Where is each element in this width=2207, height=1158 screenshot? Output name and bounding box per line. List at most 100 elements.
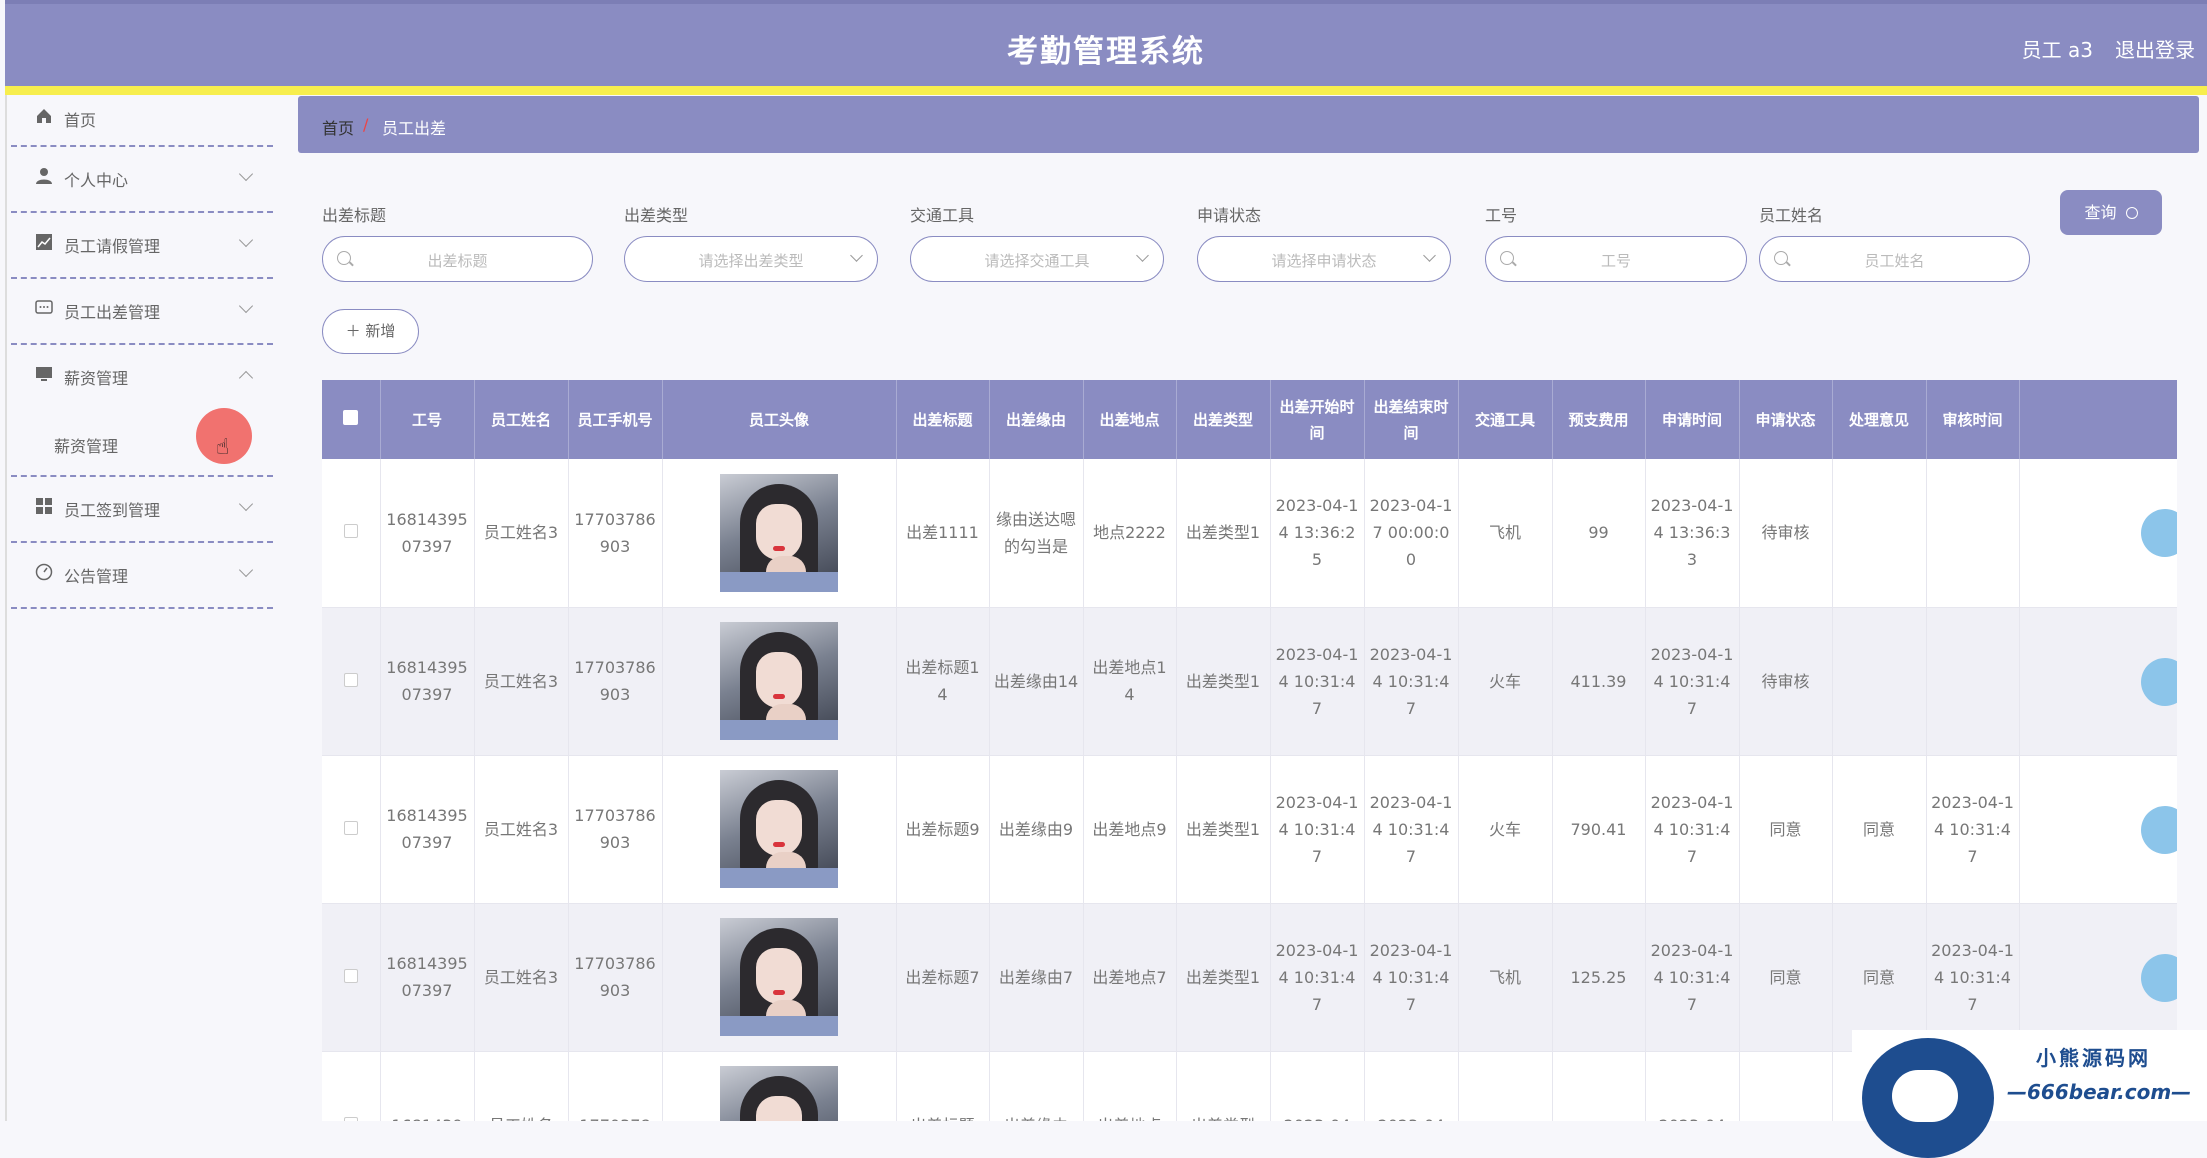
- cell-transport: [1458, 1051, 1553, 1121]
- watermark: 小熊源码网 —666bear.com—: [1852, 1030, 2207, 1158]
- avatar: [720, 622, 838, 740]
- col-header: 预支费用: [1552, 380, 1646, 459]
- filter-status-placeholder: 请选择申请状态: [1271, 252, 1377, 270]
- bear-face-icon: [1892, 1070, 1958, 1122]
- table-row[interactable]: 1681439507397 员工姓名3 17703786903 出差标题9 出差缘由9 出…: [322, 755, 2177, 904]
- chart-icon: [36, 234, 52, 250]
- col-header: 出差标题: [896, 380, 990, 459]
- row-checkbox[interactable]: [343, 524, 358, 539]
- sidebar: 首页 个人中心 员工请假管理 员工出差管理 薪资管理 薪资管理 ☝ 员工签到管理…: [5, 95, 273, 1121]
- row-action-button[interactable]: [2140, 657, 2177, 706]
- cell-name: 员工姓名3: [474, 459, 569, 608]
- avatar-cell: [662, 1051, 897, 1121]
- query-button[interactable]: 查询: [2060, 190, 2162, 235]
- col-header: 处理意见: [1832, 380, 1927, 459]
- cell-transport: 飞机: [1458, 903, 1553, 1052]
- cell-id: 1681439507397: [380, 607, 475, 756]
- filter-id-input[interactable]: 工号: [1485, 236, 1747, 282]
- col-header: 审核时间: [1926, 380, 2020, 459]
- cell-opinion: [1832, 459, 1927, 608]
- cell-transport: 飞机: [1458, 459, 1553, 608]
- cell-apply: 2023-04-14 13:36:33: [1645, 459, 1740, 608]
- cell-id: 1681439: [380, 1051, 475, 1121]
- select-all-cell[interactable]: [322, 380, 381, 459]
- submenu-salary-management[interactable]: 薪资管理 ☝: [11, 408, 273, 477]
- select-all-checkbox[interactable]: [343, 409, 359, 425]
- submenu-item-label[interactable]: 薪资管理: [54, 433, 118, 457]
- table-row[interactable]: 1681439507397 员工姓名3 17703786903 出差1111 缘由送达嗯…: [322, 459, 2177, 608]
- filter-type-select[interactable]: 请选择出差类型: [624, 236, 878, 282]
- dashboard-icon: [35, 563, 53, 581]
- cell-name: 员工姓名: [474, 1051, 569, 1121]
- row-checkbox[interactable]: [343, 1116, 358, 1121]
- user-icon: [36, 168, 52, 184]
- cell-status: 待审核: [1739, 607, 1833, 756]
- col-header: 出差缘由: [989, 380, 1084, 459]
- sidebar-item-home[interactable]: 首页: [11, 95, 273, 147]
- cell-name: 员工姓名3: [474, 903, 569, 1052]
- row-select-cell[interactable]: [322, 755, 381, 904]
- grid-icon: [36, 498, 52, 514]
- row-actions-cell: [2019, 459, 2177, 608]
- sidebar-item-label: 首页: [64, 111, 97, 130]
- col-header: 出差开始时间: [1270, 380, 1365, 459]
- cell-type: 出差类型: [1176, 1051, 1271, 1121]
- cell-status: [1739, 1051, 1833, 1121]
- trip-table: 工号 员工姓名 员工手机号 员工头像 出差标题 出差缘由 出差地点 出差类型 出…: [322, 380, 2177, 1121]
- filter-name-input[interactable]: 员工姓名: [1759, 236, 2030, 282]
- sidebar-item-salary[interactable]: 薪资管理: [11, 345, 273, 411]
- row-action-button[interactable]: [2140, 953, 2177, 1002]
- filter-title-input[interactable]: 出差标题: [322, 236, 593, 282]
- table-row[interactable]: 1681439507397 员工姓名3 17703786903 出差标题7 出差缘由7 出…: [322, 903, 2177, 1052]
- cell-type: 出差类型1: [1176, 459, 1271, 608]
- sidebar-item-checkin[interactable]: 员工签到管理: [11, 477, 273, 543]
- col-header-actions: [2019, 380, 2177, 459]
- cell-apply: 2023-04-14 10:31:47: [1645, 903, 1740, 1052]
- row-checkbox[interactable]: [343, 968, 358, 983]
- sidebar-item-business-trip[interactable]: 员工出差管理: [11, 279, 273, 345]
- plus-icon: ＋: [345, 322, 361, 340]
- cell-fee: 99: [1552, 459, 1646, 608]
- cell-title: 出差标题: [896, 1051, 990, 1121]
- col-header: 员工姓名: [474, 380, 569, 459]
- add-button[interactable]: ＋ 新增: [322, 309, 419, 354]
- filter-id-placeholder: 工号: [1600, 252, 1631, 270]
- filter-status-select[interactable]: 请选择申请状态: [1197, 236, 1451, 282]
- cell-status: 同意: [1739, 903, 1833, 1052]
- cell-phone: 1770378: [568, 1051, 663, 1121]
- row-select-cell[interactable]: [322, 459, 381, 608]
- cell-type: 出差类型1: [1176, 755, 1271, 904]
- cell-name: 员工姓名3: [474, 755, 569, 904]
- chat-icon: [35, 300, 53, 314]
- filter-name-placeholder: 员工姓名: [1864, 252, 1925, 270]
- app-title: 考勤管理系统: [1007, 34, 1205, 70]
- filter-status-label: 申请状态: [1197, 206, 1262, 225]
- add-button-label: 新增: [365, 322, 396, 340]
- cell-opinion: 同意: [1832, 903, 1927, 1052]
- col-header: 出差地点: [1083, 380, 1177, 459]
- avatar-cell: [662, 607, 897, 756]
- row-action-button[interactable]: [2140, 805, 2177, 854]
- table-row[interactable]: 1681439507397 员工姓名3 17703786903 出差标题14 出差缘由1…: [322, 607, 2177, 756]
- row-select-cell[interactable]: [322, 607, 381, 756]
- cell-review: [1926, 607, 2020, 756]
- filter-transport-select[interactable]: 请选择交通工具: [910, 236, 1164, 282]
- filter-name-label: 员工姓名: [1759, 206, 1824, 225]
- sidebar-item-personal[interactable]: 个人中心: [11, 147, 273, 213]
- sidebar-item-leave[interactable]: 员工请假管理: [11, 213, 273, 279]
- breadcrumb-home[interactable]: 首页: [322, 115, 354, 139]
- row-select-cell[interactable]: [322, 903, 381, 1052]
- row-checkbox[interactable]: [343, 820, 358, 835]
- row-action-button[interactable]: [2140, 509, 2177, 557]
- filter-type-placeholder: 请选择出差类型: [698, 252, 804, 270]
- sidebar-item-announcement[interactable]: 公告管理: [11, 543, 273, 609]
- filter-title-placeholder: 出差标题: [427, 252, 488, 270]
- row-select-cell[interactable]: [322, 1051, 381, 1121]
- row-checkbox[interactable]: [343, 672, 358, 687]
- cell-reason: 出差缘由14: [989, 607, 1084, 756]
- col-header: 申请时间: [1645, 380, 1740, 459]
- cell-fee: 790.41: [1552, 755, 1646, 904]
- cell-reason: 出差缘由9: [989, 755, 1084, 904]
- logout-link[interactable]: 退出登录: [2115, 34, 2195, 63]
- sidebar-item-label: 公告管理: [64, 567, 129, 586]
